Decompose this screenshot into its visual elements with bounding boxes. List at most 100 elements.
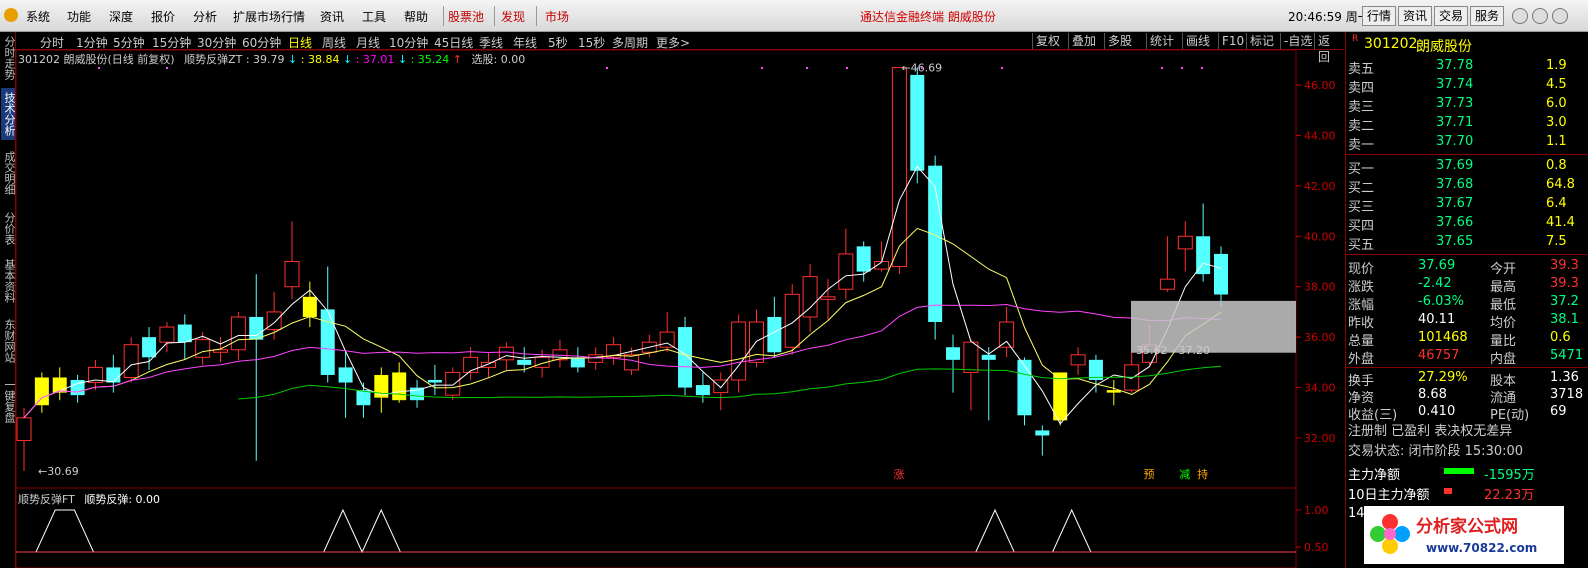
menu-system[interactable]: 系统 (26, 8, 50, 25)
signal-dot (1161, 67, 1163, 69)
tool-button[interactable]: 叠加 (1068, 33, 1099, 49)
menu-discover[interactable]: 发现 (501, 8, 525, 25)
period-item[interactable]: 15分钟 (152, 34, 191, 51)
news-button[interactable]: 资讯 (1398, 6, 1433, 26)
period-item[interactable]: 季线 (479, 34, 503, 51)
period-item[interactable]: 多周期 (612, 34, 648, 51)
order-book-row[interactable]: 买二 37.68 64.8 (1346, 177, 1588, 196)
period-item[interactable]: 月线 (356, 34, 380, 51)
period-item[interactable]: 年线 (513, 34, 537, 51)
menu-bar: 系统 功能 深度 报价 分析 扩展市场行情 资讯 工具 帮助 股票池 发现 市场… (0, 0, 1588, 32)
candle-body (1196, 236, 1211, 275)
ob-price: 37.78 (1436, 58, 1474, 73)
stat-value: 39.3 (1550, 258, 1579, 273)
stat-row: 涨幅 -6.03% 最低 37.2 (1346, 294, 1588, 313)
app-logo-icon (4, 8, 18, 22)
menu-news[interactable]: 资讯 (320, 8, 344, 25)
tab-replay[interactable]: 一键复盘 (1, 376, 16, 426)
signal-dot (98, 67, 100, 69)
menu-tools[interactable]: 工具 (362, 8, 386, 25)
period-item[interactable]: 周线 (322, 34, 346, 51)
period-item[interactable]: 分时 (40, 34, 64, 51)
sub-info-bar: 顺势反弹FT 顺势反弹: 0.00 (18, 491, 160, 507)
candle-body (910, 74, 925, 171)
indicator-v2: : 38.84 (300, 53, 340, 66)
order-book-row[interactable]: 买五 37.65 7.5 (1346, 234, 1588, 253)
trade-state: 交易状态: 闭市阶段 15:30:00 (1348, 444, 1524, 459)
period-item[interactable]: 15秒 (578, 34, 605, 51)
tool-button[interactable]: -自选 (1280, 33, 1315, 49)
tool-button[interactable]: 返回 (1314, 33, 1344, 64)
sub-indicator-name: 顺势反弹FT (18, 493, 75, 506)
menu-market[interactable]: 市场 (545, 8, 569, 25)
signal-dot (1181, 67, 1183, 69)
ma-white (23, 165, 1222, 425)
quote-button[interactable]: 行情 (1362, 6, 1397, 26)
order-book-row[interactable]: 卖一 37.70 1.1 (1346, 134, 1588, 153)
stat-value: 27.29% (1418, 370, 1468, 385)
ob-vol: 6.0 (1546, 96, 1567, 111)
menu-function[interactable]: 功能 (67, 8, 91, 25)
ob-vol: 64.8 (1546, 177, 1575, 192)
menu-ext-market[interactable]: 扩展市场行情 (233, 8, 305, 25)
ob-vol: 0.8 (1546, 158, 1567, 173)
period-item[interactable]: 10分钟 (389, 34, 428, 51)
ob-price: 37.66 (1436, 215, 1474, 230)
ob-price: 37.65 (1436, 234, 1474, 249)
period-item[interactable]: 5分钟 (113, 34, 145, 51)
order-book-row[interactable]: 卖三 37.73 6.0 (1346, 96, 1588, 115)
bottom-number: 14 (1348, 506, 1365, 521)
tab-timeshare[interactable]: 分时走势 (1, 34, 16, 82)
period-item[interactable]: 60分钟 (242, 34, 281, 51)
tool-button[interactable]: 多股 (1104, 33, 1135, 49)
tab-price-table[interactable]: 分价表 (1, 208, 16, 248)
order-book-row[interactable]: 买四 37.66 41.4 (1346, 215, 1588, 234)
kline-chart[interactable]: 35.62 - 37.20←30.69←46.69涨预减持 46.0044.00… (16, 50, 1344, 568)
candle-body (410, 387, 425, 401)
tab-technical[interactable]: 技术分析 (1, 88, 16, 140)
period-bar: 分时 1分钟 5分钟 15分钟 30分钟 60分钟 日线 周线 月线 10分钟 … (16, 32, 1344, 64)
tool-button[interactable]: F10 (1218, 33, 1247, 49)
period-item[interactable]: 更多> (656, 34, 690, 51)
stat-value: -6.03% (1418, 294, 1464, 309)
menu-quote[interactable]: 报价 (151, 8, 175, 25)
period-item[interactable]: 45日线 (434, 34, 473, 51)
period-item[interactable]: 1分钟 (76, 34, 108, 51)
period-item[interactable]: 30分钟 (197, 34, 236, 51)
tab-deals[interactable]: 成交明细 (1, 148, 16, 198)
period-item-active[interactable]: 日线 (288, 34, 312, 51)
service-button[interactable]: 服务 (1470, 6, 1505, 26)
close-icon[interactable] (1552, 8, 1568, 24)
signal-dot (921, 67, 923, 69)
tool-button[interactable]: 复权 (1032, 33, 1063, 49)
tab-eastmoney[interactable]: 东财网站 (1, 316, 16, 366)
order-book-row[interactable]: 卖五 37.78 1.9 (1346, 58, 1588, 77)
menu-analysis[interactable]: 分析 (193, 8, 217, 25)
stat-row: 收益(三) 0.410 PE(动) 69 (1346, 404, 1588, 423)
signal-dot (606, 67, 608, 69)
trade-button[interactable]: 交易 (1434, 6, 1469, 26)
candle-body (891, 67, 907, 268)
menu-help[interactable]: 帮助 (404, 8, 428, 25)
minimize-icon[interactable] (1512, 8, 1528, 24)
tool-button[interactable]: 画线 (1182, 33, 1213, 49)
menu-depth[interactable]: 深度 (109, 8, 133, 25)
order-book-row[interactable]: 卖二 37.71 3.0 (1346, 115, 1588, 134)
tab-basic-info[interactable]: 基本资料 (1, 256, 16, 306)
period-item[interactable]: 5秒 (548, 34, 568, 51)
sub-panel-frame (16, 487, 1297, 568)
stat-value: 40.11 (1418, 312, 1456, 327)
net-flow-bar (1444, 468, 1474, 474)
order-book-row[interactable]: 买三 37.67 6.4 (1346, 196, 1588, 215)
menu-stock-pool[interactable]: 股票池 (448, 8, 484, 25)
menu-divider (494, 6, 495, 26)
order-book-row[interactable]: 买一 37.69 0.8 (1346, 158, 1588, 177)
candle-body (159, 326, 175, 343)
tool-button[interactable]: 统计 (1146, 33, 1177, 49)
stat-value: 101468 (1418, 330, 1468, 345)
maximize-icon[interactable] (1532, 8, 1548, 24)
candle-body (481, 361, 497, 368)
stat-value: 37.2 (1550, 294, 1579, 309)
tool-button[interactable]: 标记 (1246, 33, 1277, 49)
order-book-row[interactable]: 卖四 37.74 4.5 (1346, 77, 1588, 96)
